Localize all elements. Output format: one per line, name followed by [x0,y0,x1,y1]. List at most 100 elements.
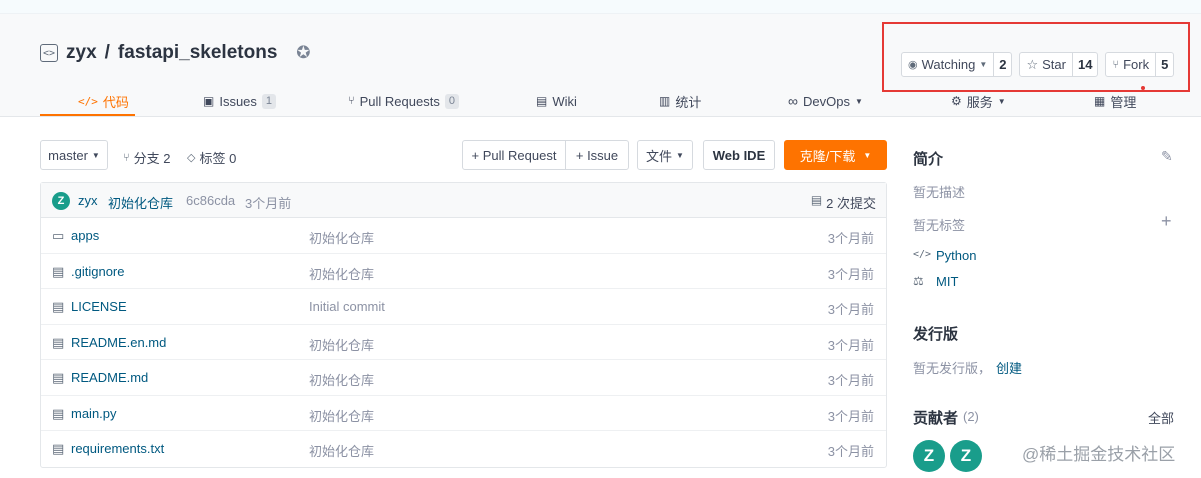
new-issue-button[interactable]: + Issue [565,140,629,170]
new-pull-request-button[interactable]: + Pull Request [462,140,566,170]
all-contributors-link[interactable]: 全部 [1148,408,1174,427]
commits-count-link[interactable]: ▤ 2 次提交 [811,193,876,212]
web-ide-button[interactable]: Web IDE [703,140,775,170]
no-description: 暂无描述 [913,185,966,200]
award-badge-icon[interactable]: ✪ [293,43,313,63]
file-commit-message[interactable]: Initial commit [309,299,385,314]
tab-code[interactable]: </> 代码 [78,86,129,116]
tags-link[interactable]: ◇ 标签 0 [187,148,236,167]
latest-commit-bar: Z zyx 初始化仓库 6c86cda 3个月前 ▤ 2 次提交 [41,183,886,218]
issues-count-badge: 1 [261,93,277,109]
edit-icon[interactable]: ✎ [1161,148,1173,165]
create-release-link[interactable]: 创建 [996,358,1022,377]
branch-select[interactable]: master ▼ [40,140,108,170]
tab-wiki-label: Wiki [552,93,577,109]
clone-caret-icon: ▼ [863,150,872,160]
tab-code-label: 代码 [102,94,129,110]
stats-icon: ▥ [659,94,671,108]
intro-title: 简介 [913,151,944,168]
file-name-link[interactable]: requirements.txt [71,441,164,456]
commits-count: 2 次提交 [826,196,876,211]
tag-icon: ◇ [187,152,196,164]
watermark: @稀土掘金技术社区 [1022,445,1176,464]
branch-select-value: master [48,147,88,163]
file-commit-message[interactable]: 初始化仓库 [309,441,374,460]
file-commit-message[interactable]: 初始化仓库 [309,228,374,247]
file-row[interactable]: ▤ main.py 初始化仓库 3个月前 [41,396,886,431]
commits-icon: ▤ [810,193,823,207]
clone-download-button[interactable]: 克隆/下载 ▼ [784,140,887,170]
manage-icon: ▦ [1094,94,1106,108]
file-row[interactable]: ▤ requirements.txt 初始化仓库 3个月前 [41,431,886,467]
commit-time: 3个月前 [245,196,292,211]
file-icon: ▤ [52,334,65,350]
file-row[interactable]: ▭ apps 初始化仓库 3个月前 [41,218,886,254]
repo-owner-link[interactable]: zyx [66,42,97,64]
file-row[interactable]: ▤ README.en.md 初始化仓库 3个月前 [41,325,886,360]
file-commit-time: 3个月前 [827,444,874,459]
file-icon: ▤ [52,299,65,314]
file-commit-message[interactable]: 初始化仓库 [309,264,374,283]
contributor-avatar[interactable]: Z [913,440,945,472]
tab-stats-label: 统计 [675,94,702,110]
folder-icon: ▭ [52,228,65,243]
tab-pull-requests-label: Pull Requests [359,93,440,109]
commit-hash[interactable]: 6c86cda [186,193,235,208]
file-name-link[interactable]: README.en.md [71,335,166,350]
tab-wiki[interactable]: ▤ Wiki [536,86,577,116]
add-tag-icon[interactable]: + [1161,211,1172,232]
file-list: Z zyx 初始化仓库 6c86cda 3个月前 ▤ 2 次提交 ▭ apps 初始… [40,182,887,468]
repo-title: <> zyx / fastapi_skeletons ✪ [40,42,313,64]
file-commit-message[interactable]: 初始化仓库 [309,406,374,425]
file-commit-message[interactable]: 初始化仓库 [309,335,374,354]
commit-message[interactable]: 初始化仓库 [108,193,173,212]
file-commit-message[interactable]: 初始化仓库 [309,370,374,389]
file-name-link[interactable]: main.py [71,406,117,421]
repo-icon: <> [40,44,58,62]
code-icon: </> [78,94,98,108]
file-icon: ▤ [52,405,65,421]
file-row[interactable]: ▤ .gitignore 初始化仓库 3个月前 [41,254,886,289]
language-link[interactable]: Python [936,248,976,263]
contributor-avatar[interactable]: Z [950,440,982,472]
commit-author[interactable]: zyx [78,193,98,208]
license-link[interactable]: MIT [936,274,958,289]
file-icon: ▤ [52,370,65,385]
tab-issues[interactable]: ▣ Issues 1 [203,86,277,116]
tab-stats[interactable]: ▥ 统计 [659,86,701,116]
file-commit-time: 3个月前 [827,373,874,388]
tab-devops[interactable]: ∞ DevOps ▼ [788,86,863,116]
pull-request-icon: ⑂ [348,95,355,107]
file-name-link[interactable]: LICENSE [71,299,127,314]
highlight-annotation-box [882,22,1190,92]
repo-name-link[interactable]: fastapi_skeletons [118,42,277,64]
issues-icon: ▣ [203,94,215,108]
top-strip [0,0,1201,14]
file-name-link[interactable]: .gitignore [71,264,124,279]
release-title: 发行版 [913,326,959,343]
highlight-annotation-dot [1141,86,1145,90]
branches-link[interactable]: ⑂ 分支 2 [123,148,170,167]
contributors-count: (2) [963,409,979,424]
contributors-title: 贡献者 [913,410,959,427]
file-commit-time: 3个月前 [827,408,874,424]
devops-icon: ∞ [788,93,798,109]
files-dropdown[interactable]: 文件 ▼ [637,140,693,170]
repo-toolbar: master ▼ ⑂ 分支 2 ◇ 标签 0 + Pull Request + … [40,140,887,172]
files-label: 文件 [646,148,673,164]
tab-pull-requests[interactable]: ⑂ Pull Requests 0 [348,86,459,116]
file-rows: ▭ apps 初始化仓库 3个月前 ▤ .gitignore 初始化仓库 3个月前 ▤ LICEN… [41,218,886,467]
tags-count: 标签 0 [199,151,237,166]
file-commit-time: 3个月前 [827,302,874,317]
file-row[interactable]: ▤ LICENSE Initial commit 3个月前 [41,289,886,325]
file-row[interactable]: ▤ README.md 初始化仓库 3个月前 [41,360,886,396]
file-icon: ▤ [52,441,65,456]
branches-count: 分支 2 [133,151,171,166]
wiki-icon: ▤ [536,94,548,108]
devops-caret-icon: ▼ [854,96,863,106]
file-name-link[interactable]: apps [71,228,99,243]
file-name-link[interactable]: README.md [71,370,148,385]
tab-service-label: 服务 [966,94,993,110]
commit-author-avatar[interactable]: Z [52,192,70,210]
file-commit-time: 3个月前 [827,337,874,353]
